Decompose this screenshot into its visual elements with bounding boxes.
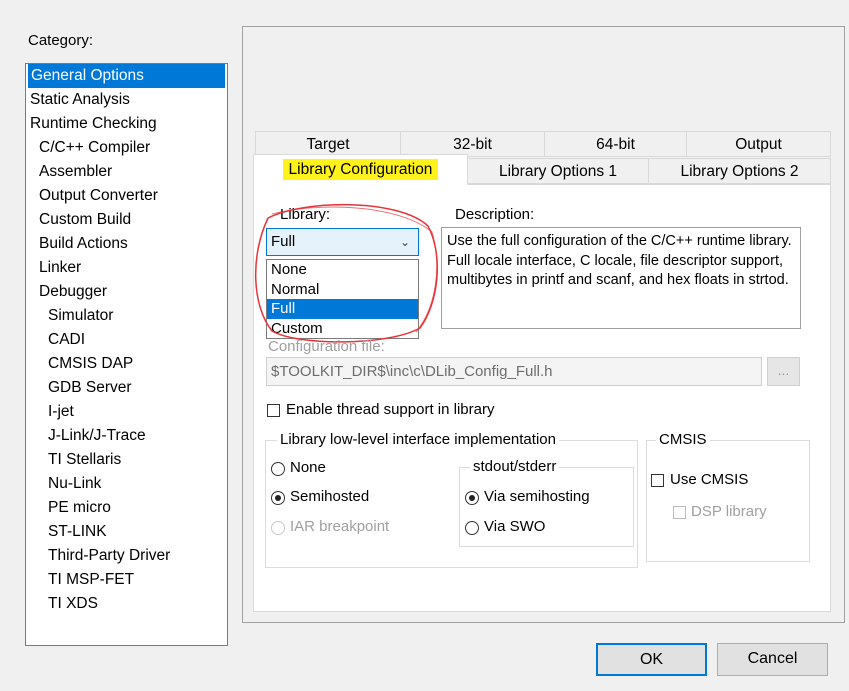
ok-button[interactable]: OK: [596, 643, 707, 676]
low-level-iar-breakpoint-radio: [271, 521, 285, 535]
category-item-third-party-driver[interactable]: Third-Party Driver: [26, 544, 227, 568]
tab-library-configuration[interactable]: Library Configuration: [253, 154, 468, 185]
low-level-interface-title: Library low-level interface implementati…: [277, 431, 559, 448]
via-semihosting-radio[interactable]: [465, 491, 479, 505]
tab-library-options-1[interactable]: Library Options 1: [467, 158, 649, 184]
description-label: Description:: [455, 206, 535, 223]
category-item-runtime-checking[interactable]: Runtime Checking: [26, 112, 227, 136]
category-item-gdb-server[interactable]: GDB Server: [26, 376, 227, 400]
category-item-j-link[interactable]: J-Link/J-Trace: [26, 424, 227, 448]
low-level-none-label: None: [290, 459, 326, 476]
low-level-semihosted-radio[interactable]: [271, 491, 285, 505]
category-item-debugger[interactable]: Debugger: [26, 280, 227, 304]
category-item-pe-micro[interactable]: PE micro: [26, 496, 227, 520]
category-item-st-link[interactable]: ST-LINK: [26, 520, 227, 544]
stdout-stderr-group: [459, 467, 634, 547]
category-list[interactable]: General Options Static Analysis Runtime …: [25, 63, 228, 646]
cmsis-title: CMSIS: [656, 431, 710, 448]
via-swo-radio[interactable]: [465, 521, 479, 535]
stdout-stderr-title: stdout/stderr: [470, 458, 560, 475]
tab-64-bit[interactable]: 64-bit: [544, 131, 687, 157]
cancel-button[interactable]: Cancel: [717, 643, 828, 676]
category-item-cmsis-dap[interactable]: CMSIS DAP: [26, 352, 227, 376]
category-item-ti-msp-fet[interactable]: TI MSP-FET: [26, 568, 227, 592]
library-option-none[interactable]: None: [267, 260, 418, 280]
category-item-cadi[interactable]: CADI: [26, 328, 227, 352]
library-option-full[interactable]: Full: [267, 299, 418, 319]
tab-output[interactable]: Output: [686, 131, 831, 157]
config-file-browse-button: ...: [767, 357, 800, 386]
tab-library-configuration-label: Library Configuration: [282, 159, 439, 180]
config-file-field: $TOOLKIT_DIR$\inc\c\DLib_Config_Full.h: [266, 357, 762, 386]
dsp-library-checkbox: [673, 506, 686, 519]
via-semihosting-label: Via semihosting: [484, 488, 590, 505]
chevron-down-icon: ⌄: [399, 235, 410, 249]
library-option-normal[interactable]: Normal: [267, 280, 418, 300]
via-swo-label: Via SWO: [484, 518, 546, 535]
config-file-label: Configuration file:: [268, 338, 385, 355]
thread-support-label: Enable thread support in library: [286, 401, 495, 418]
category-item-ti-stellaris[interactable]: TI Stellaris: [26, 448, 227, 472]
description-text: Use the full configuration of the C/C++ …: [441, 227, 801, 329]
category-item-assembler[interactable]: Assembler: [26, 160, 227, 184]
use-cmsis-checkbox[interactable]: [651, 474, 664, 487]
cmsis-group: [646, 440, 810, 562]
category-item-static-analysis[interactable]: Static Analysis: [26, 88, 227, 112]
library-dropdown-list[interactable]: None Normal Full Custom: [266, 259, 419, 339]
thread-support-checkbox[interactable]: [267, 404, 280, 417]
category-item-general-options[interactable]: General Options: [28, 64, 225, 88]
category-item-nu-link[interactable]: Nu-Link: [26, 472, 227, 496]
dsp-library-label: DSP library: [691, 503, 767, 520]
category-item-custom-build[interactable]: Custom Build: [26, 208, 227, 232]
category-item-linker[interactable]: Linker: [26, 256, 227, 280]
category-item-i-jet[interactable]: I-jet: [26, 400, 227, 424]
low-level-semihosted-label: Semihosted: [290, 488, 370, 505]
category-item-build-actions[interactable]: Build Actions: [26, 232, 227, 256]
category-item-simulator[interactable]: Simulator: [26, 304, 227, 328]
category-item-output-converter[interactable]: Output Converter: [26, 184, 227, 208]
library-selected-value: Full: [271, 233, 296, 250]
library-label: Library:: [280, 206, 331, 223]
low-level-iar-breakpoint-label: IAR breakpoint: [290, 518, 390, 535]
low-level-none-radio[interactable]: [271, 462, 285, 476]
category-label: Category:: [28, 32, 94, 49]
category-item-c-compiler[interactable]: C/C++ Compiler: [26, 136, 227, 160]
use-cmsis-label: Use CMSIS: [670, 471, 749, 488]
category-item-ti-xds[interactable]: TI XDS: [26, 592, 227, 616]
library-dropdown[interactable]: Full ⌄: [266, 228, 419, 256]
library-option-custom[interactable]: Custom: [267, 319, 418, 339]
tab-library-options-2[interactable]: Library Options 2: [648, 158, 831, 184]
